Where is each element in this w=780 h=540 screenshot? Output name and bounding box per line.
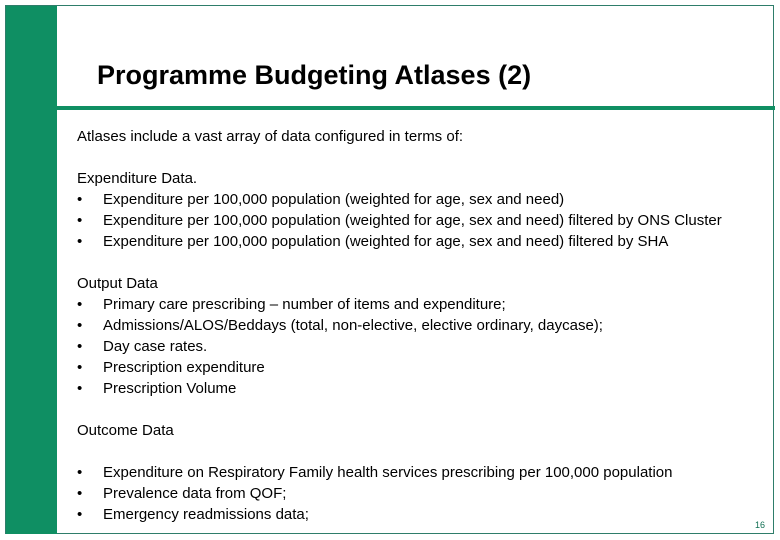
list-item-text: Prescription expenditure — [103, 359, 265, 376]
output-list: • Primary care prescribing – number of it… — [77, 294, 722, 399]
list-item-text: Emergency readmissions data; — [103, 506, 309, 523]
list-item-text: Expenditure per 100,000 population (weig… — [103, 191, 565, 208]
section-heading-expenditure: Expenditure Data. — [77, 168, 722, 189]
bullet-icon: • — [77, 380, 83, 397]
list-item: • Expenditure per 100,000 population (wei… — [77, 210, 722, 231]
bullet-icon: • — [77, 317, 83, 334]
list-item: • Emergency readmissions data; — [77, 504, 722, 525]
slide-body: Atlases include a vast array of data con… — [77, 126, 722, 525]
bullet-icon: • — [77, 506, 83, 523]
list-item-text: Prevalence data from QOF; — [103, 485, 287, 502]
bullet-icon: • — [77, 338, 83, 355]
outcome-list: • Expenditure on Respiratory Family healt… — [77, 462, 722, 525]
list-item-text: Expenditure per 100,000 population (weig… — [103, 233, 669, 250]
list-item: • Prevalence data from QOF; — [77, 483, 722, 504]
bullet-icon: • — [77, 191, 83, 208]
list-item-text: Prescription Volume — [103, 380, 237, 397]
section-heading-text: Output Data — [77, 275, 158, 292]
slide-title: Programme Budgeting Atlases (2) — [97, 60, 532, 90]
list-item: • Expenditure on Respiratory Family healt… — [77, 462, 722, 483]
bullet-icon: • — [77, 485, 83, 502]
section-heading-text: Expenditure Data — [77, 170, 193, 187]
accent-sidebar-bar — [6, 6, 57, 534]
section-heading-output: Output Data — [77, 273, 722, 294]
list-item: • Prescription Volume — [77, 378, 722, 399]
bullet-icon: • — [77, 359, 83, 376]
list-item-text: Primary care prescribing – number of ite… — [103, 296, 506, 313]
list-item-text: Day case rates. — [103, 338, 208, 355]
intro-text: Atlases include a vast array of data con… — [77, 128, 464, 145]
section-heading-outcome: Outcome Data — [77, 420, 722, 441]
bullet-icon: • — [77, 233, 83, 250]
page-number: 16 — [754, 520, 765, 530]
list-item: • Prescription expenditure — [77, 357, 722, 378]
list-item-text: Expenditure on Respiratory Family health… — [103, 464, 673, 481]
title-underline-rule — [57, 106, 775, 110]
expenditure-list: • Expenditure per 100,000 population (wei… — [77, 189, 722, 252]
list-item-text: Admissions/ALOS/Beddays (total, non-elec… — [103, 317, 603, 334]
list-item-text: Expenditure per 100,000 population (weig… — [103, 212, 722, 229]
section-heading-suffix: . — [192, 170, 198, 187]
bullet-icon: • — [77, 212, 83, 229]
bullet-icon: • — [77, 296, 83, 313]
section-heading-text: Outcome Data — [77, 422, 174, 439]
list-item: • Expenditure per 100,000 population (wei… — [77, 189, 722, 210]
list-item: • Admissions/ALOS/Beddays (total, non-ele… — [77, 315, 722, 336]
list-item: • Day case rates. — [77, 336, 722, 357]
list-item: • Primary care prescribing – number of it… — [77, 294, 722, 315]
bullet-icon: • — [77, 464, 83, 481]
list-item: • Expenditure per 100,000 population (wei… — [77, 231, 722, 252]
